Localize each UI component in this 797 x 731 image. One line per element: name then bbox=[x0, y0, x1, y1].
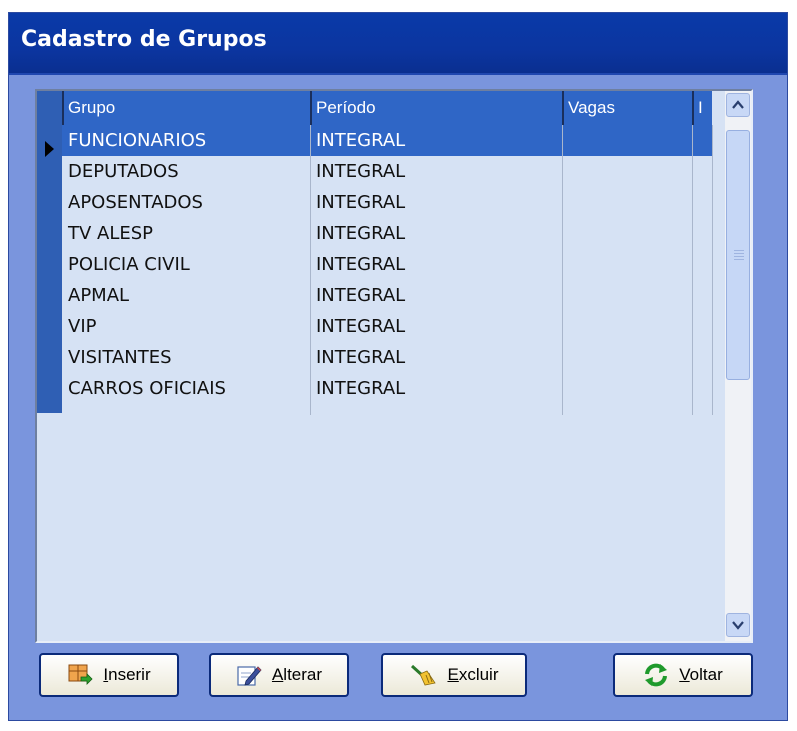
cell-periodo: INTEGRAL bbox=[316, 192, 406, 213]
grid-column-divider bbox=[562, 125, 563, 415]
cell-vagas bbox=[562, 311, 692, 342]
cell-grupo: CARROS OFICIAIS bbox=[68, 378, 226, 399]
title-bar: Cadastro de Grupos bbox=[9, 13, 787, 75]
column-header-vagas[interactable]: Vagas bbox=[562, 91, 692, 125]
grid-column-divider bbox=[310, 125, 311, 415]
scroll-thumb[interactable] bbox=[726, 130, 750, 380]
scroll-grip bbox=[734, 253, 744, 254]
cell-periodo: INTEGRAL bbox=[316, 130, 406, 151]
vertical-scrollbar[interactable] bbox=[725, 91, 751, 641]
alterar-button[interactable]: Alterar bbox=[209, 653, 349, 697]
edit-pencil-icon bbox=[237, 666, 262, 686]
cell-i bbox=[692, 125, 712, 156]
voltar-label: Voltar bbox=[679, 665, 723, 684]
excluir-button[interactable]: Excluir bbox=[381, 653, 527, 697]
cell-grupo: DEPUTADOS bbox=[68, 161, 179, 182]
cell-periodo: INTEGRAL bbox=[316, 254, 406, 275]
window-title: Cadastro de Grupos bbox=[21, 27, 267, 52]
cell-vagas bbox=[562, 218, 692, 249]
chevron-down-icon bbox=[732, 621, 744, 630]
table-row[interactable]: APMAL INTEGRAL bbox=[62, 280, 712, 311]
cell-grupo: VIP bbox=[68, 316, 97, 337]
chevron-up-icon bbox=[732, 100, 744, 109]
grid-column-divider bbox=[692, 125, 693, 415]
cell-i bbox=[692, 373, 712, 404]
alterar-label: Alterar bbox=[271, 665, 323, 684]
table-row[interactable]: VIP INTEGRAL bbox=[62, 311, 712, 342]
cell-periodo: INTEGRAL bbox=[316, 223, 406, 244]
refresh-arrows-icon bbox=[645, 663, 668, 687]
table-row[interactable]: VISITANTES INTEGRAL bbox=[62, 342, 712, 373]
cell-periodo: INTEGRAL bbox=[316, 378, 406, 399]
scroll-down-button[interactable] bbox=[726, 613, 750, 637]
cell-grupo: POLICIA CIVIL bbox=[68, 254, 190, 275]
inserir-button[interactable]: Inserir bbox=[39, 653, 179, 697]
cell-periodo: INTEGRAL bbox=[316, 347, 406, 368]
cell-grupo: FUNCIONARIOS bbox=[68, 130, 207, 151]
cell-vagas bbox=[562, 156, 692, 187]
grid-header: Grupo Período Vagas I bbox=[62, 91, 712, 125]
cell-grupo: APMAL bbox=[68, 285, 130, 306]
cell-i bbox=[692, 218, 712, 249]
cell-grupo: APOSENTADOS bbox=[68, 192, 203, 213]
cell-i bbox=[692, 156, 712, 187]
cell-i bbox=[692, 311, 712, 342]
current-row-marker-icon bbox=[45, 141, 54, 157]
cell-vagas bbox=[562, 249, 692, 280]
table-row[interactable]: TV ALESP INTEGRAL bbox=[62, 218, 712, 249]
table-row[interactable]: FUNCIONARIOS INTEGRAL bbox=[62, 125, 712, 156]
cell-i bbox=[692, 280, 712, 311]
cell-i bbox=[692, 342, 712, 373]
cell-vagas bbox=[562, 373, 692, 404]
cell-periodo: INTEGRAL bbox=[316, 285, 406, 306]
grid-column-divider bbox=[712, 125, 713, 415]
column-header-periodo[interactable]: Período bbox=[310, 91, 562, 125]
cell-vagas bbox=[562, 125, 692, 156]
window: Cadastro de Grupos Grupo Período Vagas I… bbox=[8, 12, 788, 721]
cell-periodo: INTEGRAL bbox=[316, 161, 406, 182]
table-row[interactable]: APOSENTADOS INTEGRAL bbox=[62, 187, 712, 218]
cell-vagas bbox=[562, 280, 692, 311]
column-header-i[interactable]: I bbox=[692, 91, 712, 125]
voltar-button[interactable]: Voltar bbox=[613, 653, 753, 697]
scroll-up-button[interactable] bbox=[726, 93, 750, 117]
cell-grupo: VISITANTES bbox=[68, 347, 172, 368]
cell-vagas bbox=[562, 187, 692, 218]
table-row[interactable]: CARROS OFICIAIS INTEGRAL bbox=[62, 373, 712, 404]
cell-grupo: TV ALESP bbox=[68, 223, 154, 244]
inserir-label: Inserir bbox=[103, 665, 151, 684]
column-header-grupo[interactable]: Grupo bbox=[62, 91, 310, 125]
cell-periodo: INTEGRAL bbox=[316, 316, 406, 337]
table-row[interactable]: DEPUTADOS INTEGRAL bbox=[62, 156, 712, 187]
cell-i bbox=[692, 249, 712, 280]
cell-vagas bbox=[562, 342, 692, 373]
groups-grid[interactable]: Grupo Período Vagas I FUNCIONARIOS INTEGR… bbox=[35, 89, 753, 643]
cell-i bbox=[692, 187, 712, 218]
row-indicator-column bbox=[37, 91, 62, 413]
add-record-icon bbox=[68, 664, 93, 685]
scroll-grip bbox=[734, 256, 744, 257]
table-row[interactable]: POLICIA CIVIL INTEGRAL bbox=[62, 249, 712, 280]
scroll-grip bbox=[734, 250, 744, 251]
broom-icon bbox=[411, 664, 437, 686]
scroll-grip bbox=[734, 259, 744, 260]
excluir-label: Excluir bbox=[447, 665, 499, 684]
